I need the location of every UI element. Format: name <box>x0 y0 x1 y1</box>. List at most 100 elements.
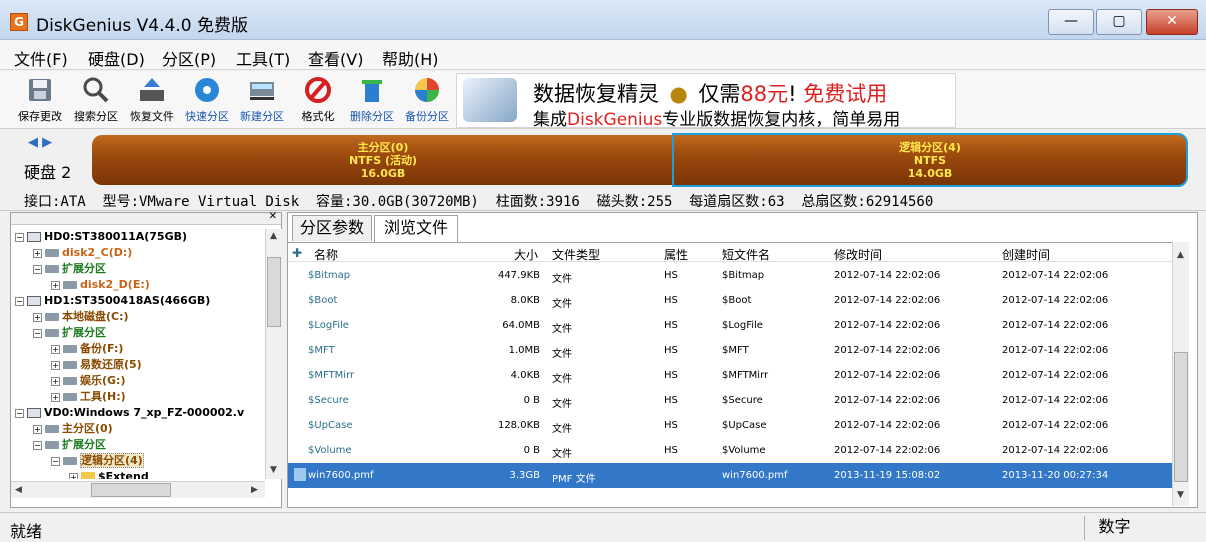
scroll-left-icon[interactable]: ◀ <box>15 485 22 495</box>
tree-node[interactable]: − HD1:ST3500418AS(466GB) <box>15 293 265 309</box>
primary-partition-bar[interactable]: 主分区(0) NTFS (活动) 16.0GB <box>92 135 674 185</box>
tree-node[interactable]: − 逻辑分区(4) <box>15 453 265 469</box>
recover-files-button[interactable]: 恢复文件 <box>126 74 178 128</box>
expand-toggle-icon[interactable]: − <box>15 408 24 418</box>
scroll-up-icon[interactable]: ▲ <box>270 231 277 241</box>
tree-node[interactable]: + disk2_D(E:) <box>15 277 265 293</box>
format-icon <box>303 76 333 104</box>
close-button[interactable]: ✕ <box>1146 9 1198 35</box>
menu-file[interactable]: 文件(F) <box>14 46 68 70</box>
expand-toggle-icon[interactable]: − <box>33 264 42 274</box>
tree-node[interactable]: − 扩展分区 <box>15 325 265 341</box>
tree-node[interactable]: + 娱乐(G:) <box>15 373 265 389</box>
cell-size: 4.0KB <box>510 370 540 381</box>
logical-partition-bar[interactable]: 逻辑分区(4) NTFS 14.0GB <box>672 133 1188 187</box>
partition-icon <box>45 249 59 257</box>
file-row[interactable]: win7600.pmf 3.3GB PMF 文件 win7600.pmf 2013-11… <box>288 463 1172 488</box>
backup-partition-button[interactable]: 备份分区 <box>401 74 453 128</box>
expand-toggle-icon[interactable]: + <box>51 280 60 290</box>
delete-partition-button[interactable]: 删除分区 <box>346 74 398 128</box>
tree-node[interactable]: + 易数还原(5) <box>15 357 265 373</box>
expand-toggle-icon[interactable]: + <box>51 392 60 402</box>
tree-node-label: $Extend <box>98 470 149 479</box>
promo-banner[interactable]: 数据恢复精灵 ● 仅需88元! 免费试用 集成DiskGenius专业版数据恢复… <box>456 73 956 130</box>
expand-toggle-icon[interactable]: + <box>69 472 78 479</box>
file-row[interactable]: $Bitmap 447.9KB 文件 HS $Bitmap 2012-07-14 22:0… <box>288 263 1172 288</box>
col-modified[interactable]: 修改时间 <box>834 246 882 263</box>
menu-tools[interactable]: 工具(T) <box>236 46 290 70</box>
scroll-up-icon[interactable]: ▲ <box>1177 250 1184 260</box>
close-icon[interactable]: ✕ <box>269 211 277 222</box>
partition-icon <box>63 393 77 401</box>
tree-node[interactable]: + 备份(F:) <box>15 341 265 357</box>
tree-node[interactable]: − 扩展分区 <box>15 437 265 453</box>
expand-toggle-icon[interactable]: − <box>33 440 42 450</box>
new-partition-button[interactable]: 新建分区 <box>236 74 288 128</box>
file-row[interactable]: $Secure 0 B 文件 HS $Secure 2012-07-14 22:02:06… <box>288 388 1172 413</box>
save-changes-button[interactable]: 保存更改 <box>14 74 66 128</box>
maximize-button[interactable]: ▢ <box>1096 9 1142 35</box>
col-name[interactable]: 名称 <box>314 246 338 263</box>
col-size[interactable]: 大小 <box>514 246 538 263</box>
next-disk-icon[interactable]: ▶ <box>42 135 52 150</box>
col-created[interactable]: 创建时间 <box>1002 246 1050 263</box>
col-type[interactable]: 文件类型 <box>552 246 600 263</box>
header-expand-icon[interactable]: ✚ <box>292 246 302 260</box>
expand-toggle-icon[interactable]: + <box>33 424 42 434</box>
file-row[interactable]: $UpCase 128.0KB 文件 HS $UpCase 2012-07-14 22:0… <box>288 413 1172 438</box>
col-attr[interactable]: 属性 <box>664 246 688 263</box>
expand-toggle-icon[interactable]: − <box>15 232 24 242</box>
app-icon: G <box>10 13 28 31</box>
tab-partition-params[interactable]: 分区参数 <box>292 215 372 241</box>
cell-short-name: $MFT <box>722 345 749 356</box>
expand-toggle-icon[interactable]: + <box>33 312 42 322</box>
tree-node-label: HD0:ST380011A(75GB) <box>44 230 188 243</box>
file-row[interactable]: $MFT 1.0MB 文件 HS $MFT 2012-07-14 22:02:06 2012… <box>288 338 1172 363</box>
tree-node[interactable]: − VD0:Windows 7_xp_FZ-000002.v <box>15 405 265 421</box>
tree-node[interactable]: + $Extend <box>15 469 265 479</box>
tree-node[interactable]: + 工具(H:) <box>15 389 265 405</box>
tree-node[interactable]: − 扩展分区 <box>15 261 265 277</box>
file-scroll-thumb[interactable] <box>1174 352 1188 482</box>
cell-created: 2012-07-14 22:02:06 <box>1002 445 1109 456</box>
scroll-down-icon[interactable]: ▼ <box>270 465 277 475</box>
tree-scroll-thumb[interactable] <box>267 257 281 327</box>
file-row[interactable]: $MFTMirr 4.0KB 文件 HS $MFTMirr 2012-07-14 22:0… <box>288 363 1172 388</box>
search-partition-button[interactable]: 搜索分区 <box>70 74 122 128</box>
disk-nav-arrows[interactable]: ◀ ▶ <box>28 135 52 150</box>
menu-view[interactable]: 查看(V) <box>308 46 363 70</box>
menu-disk[interactable]: 硬盘(D) <box>88 46 145 70</box>
hard-disk-icon <box>27 296 41 306</box>
expand-toggle-icon[interactable]: + <box>51 360 60 370</box>
tree-node[interactable]: + 本地磁盘(C:) <box>15 309 265 325</box>
menu-help[interactable]: 帮助(H) <box>382 46 439 70</box>
tree-node[interactable]: + 主分区(0) <box>15 421 265 437</box>
expand-toggle-icon[interactable]: − <box>15 296 24 306</box>
tree-node[interactable]: + disk2_C(D:) <box>15 245 265 261</box>
tree-node[interactable]: − HD0:ST380011A(75GB) <box>15 229 265 245</box>
expand-toggle-icon[interactable]: − <box>51 456 60 466</box>
prev-disk-icon[interactable]: ◀ <box>28 135 38 150</box>
tab-browse-files[interactable]: 浏览文件 <box>374 215 458 242</box>
tree-node-label: 易数还原(5) <box>80 358 142 371</box>
expand-toggle-icon[interactable]: + <box>51 344 60 354</box>
col-short-name[interactable]: 短文件名 <box>722 246 770 263</box>
file-row[interactable]: $Volume 0 B 文件 HS $Volume 2012-07-14 22:02:06… <box>288 438 1172 463</box>
tree-node-label: 扩展分区 <box>62 438 106 451</box>
scroll-down-icon[interactable]: ▼ <box>1177 490 1184 500</box>
expand-toggle-icon[interactable]: + <box>51 376 60 386</box>
quick-partition-button[interactable]: 快速分区 <box>181 74 233 128</box>
scroll-right-icon[interactable]: ▶ <box>251 485 258 495</box>
minimize-button[interactable]: — <box>1048 9 1094 35</box>
expand-toggle-icon[interactable]: − <box>33 328 42 338</box>
cell-name: $Bitmap <box>308 270 351 281</box>
expand-toggle-icon[interactable]: + <box>33 248 42 258</box>
file-vertical-scrollbar[interactable]: ▲ ▼ <box>1172 242 1189 506</box>
tree-horizontal-scrollbar[interactable]: ◀ ▶ <box>11 481 265 498</box>
tree-hscroll-thumb[interactable] <box>91 483 171 497</box>
file-row[interactable]: $Boot 8.0KB 文件 HS $Boot 2012-07-14 22:02:06 20… <box>288 288 1172 313</box>
menu-partition[interactable]: 分区(P) <box>162 46 216 70</box>
tree-vertical-scrollbar[interactable]: ▲ ▼ <box>265 229 282 479</box>
format-button[interactable]: 格式化 <box>292 74 344 128</box>
file-row[interactable]: $LogFile 64.0MB 文件 HS $LogFile 2012-07-14 22:… <box>288 313 1172 338</box>
